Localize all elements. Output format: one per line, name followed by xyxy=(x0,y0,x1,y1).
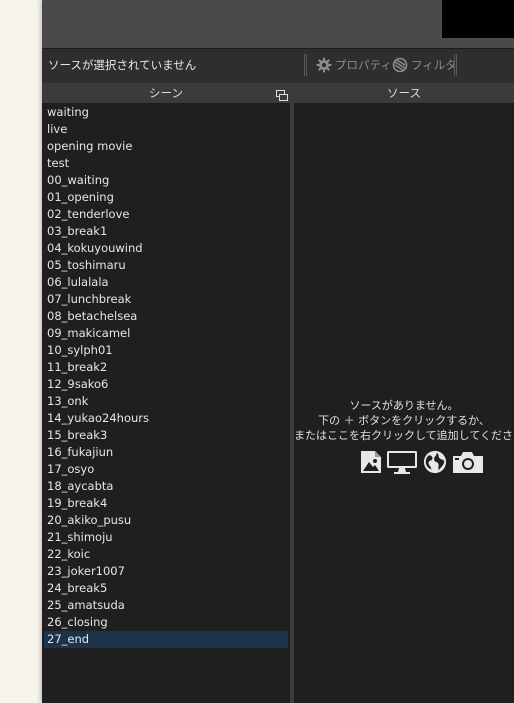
desktop-background xyxy=(0,0,42,703)
scene-list[interactable]: waiting live opening movie test 00_waiting 01… xyxy=(42,104,290,703)
dock-float-icon[interactable] xyxy=(276,87,288,101)
toolbar-separator xyxy=(454,54,457,76)
filter-icon xyxy=(392,57,408,73)
scene-item[interactable]: 20_akiko_pusu xyxy=(42,512,290,529)
scene-item[interactable]: 04_kokuyouwind xyxy=(42,240,290,257)
properties-button[interactable]: プロパティ xyxy=(316,57,392,73)
scene-item[interactable]: test xyxy=(42,155,290,172)
scene-item[interactable]: 22_koic xyxy=(42,546,290,563)
scene-item[interactable]: 16_fukajiun xyxy=(42,444,290,461)
scene-item[interactable]: 18_aycabta xyxy=(42,478,290,495)
preview-canvas[interactable] xyxy=(442,0,514,38)
scenes-dock-title: シーン xyxy=(42,83,290,104)
scene-item[interactable]: 25_amatsuda xyxy=(42,597,290,614)
scene-item[interactable]: waiting xyxy=(42,104,290,121)
source-list[interactable]: ソースがありません。 下の ＋ ボタンをクリックするか、 またはここを右クリック… xyxy=(294,104,514,703)
source-type-icons xyxy=(360,450,484,474)
properties-label: プロパティ xyxy=(335,58,392,72)
camera-icon xyxy=(452,450,484,474)
empty-message-line: ソースがありません。 xyxy=(349,399,459,412)
empty-message-line: またはここを右クリックして追加してください。 xyxy=(294,429,514,442)
sources-dock-title: ソース xyxy=(294,83,514,104)
scene-item[interactable]: 24_break5 xyxy=(42,580,290,597)
scene-item[interactable]: 06_lulalala xyxy=(42,274,290,291)
scene-item[interactable]: 10_sylph01 xyxy=(42,342,290,359)
scene-item[interactable]: 08_betachelsea xyxy=(42,308,290,325)
scene-item[interactable]: 01_opening xyxy=(42,189,290,206)
scene-item[interactable]: 27_end xyxy=(44,631,288,648)
scene-item[interactable]: 26_closing xyxy=(42,614,290,631)
no-source-selected-label: ソースが選択されていません xyxy=(48,58,197,72)
scene-item[interactable]: opening movie xyxy=(42,138,290,155)
preview-area[interactable] xyxy=(42,0,514,48)
scenes-title: シーン xyxy=(149,86,183,100)
scene-item[interactable]: 14_yukao24hours xyxy=(42,410,290,427)
scene-item[interactable]: 21_shimoju xyxy=(42,529,290,546)
filters-button[interactable]: フィルタ xyxy=(392,57,457,73)
scene-item[interactable]: 07_lunchbreak xyxy=(42,291,290,308)
scene-item[interactable]: 23_joker1007 xyxy=(42,563,290,580)
scene-item[interactable]: 13_onk xyxy=(42,393,290,410)
scene-item[interactable]: 12_9sako6 xyxy=(42,376,290,393)
scene-item[interactable]: 09_makicamel xyxy=(42,325,290,342)
scene-item[interactable]: 11_break2 xyxy=(42,359,290,376)
scene-item[interactable]: 05_toshimaru xyxy=(42,257,290,274)
gear-icon xyxy=(316,57,332,73)
scene-item[interactable]: 15_break3 xyxy=(42,427,290,444)
scene-item[interactable]: 02_tenderlove xyxy=(42,206,290,223)
browser-globe-icon xyxy=(422,450,448,474)
scene-item[interactable]: 17_osyo xyxy=(42,461,290,478)
scene-item[interactable]: 00_waiting xyxy=(42,172,290,189)
sources-title: ソース xyxy=(387,86,421,100)
empty-message-line: 下の ＋ ボタンをクリックするか、 xyxy=(318,414,490,427)
empty-sources-message: ソースがありません。 下の ＋ ボタンをクリックするか、 またはここを右クリック… xyxy=(294,398,514,443)
scene-item[interactable]: live xyxy=(42,121,290,138)
obs-window: ソースが選択されていません プロパティ フィルタ シーン waiting liv… xyxy=(42,0,514,703)
source-toolbar: ソースが選択されていません プロパティ フィルタ xyxy=(42,48,514,83)
scene-item[interactable]: 19_break4 xyxy=(42,495,290,512)
filters-label: フィルタ xyxy=(411,58,457,72)
display-capture-icon xyxy=(386,450,418,474)
scene-item[interactable]: 03_break1 xyxy=(42,223,290,240)
toolbar-separator xyxy=(304,54,307,76)
image-icon xyxy=(360,450,382,474)
